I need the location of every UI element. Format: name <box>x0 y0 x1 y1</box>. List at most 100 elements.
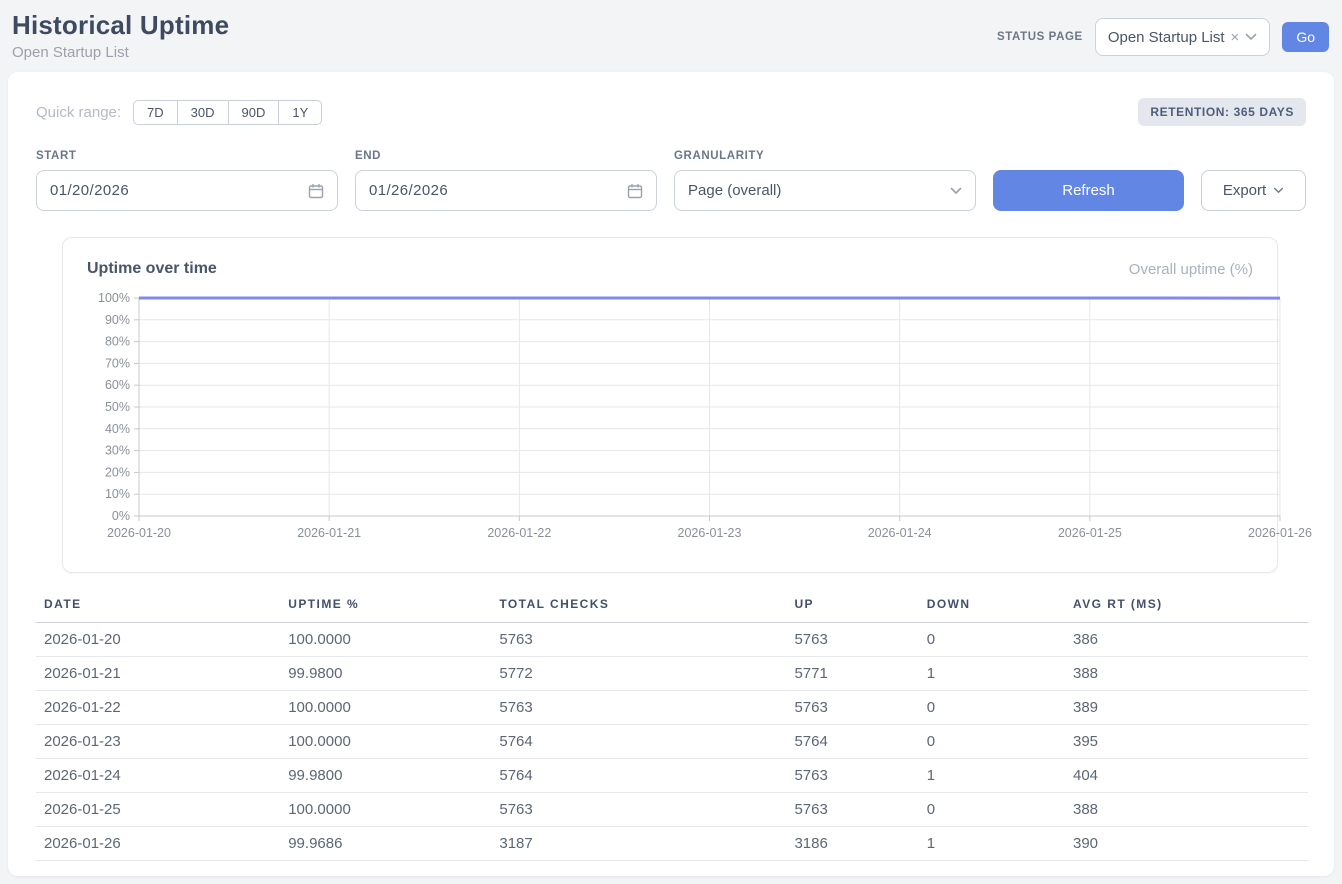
table-row: 2026-01-22100.0000576357630389 <box>36 691 1308 725</box>
granularity-value: Page (overall) <box>688 182 781 199</box>
svg-text:70%: 70% <box>105 356 130 370</box>
status-page-select[interactable]: Open Startup List × <box>1095 18 1271 56</box>
table-cell: 5772 <box>491 657 786 691</box>
table-cell: 100.0000 <box>280 691 491 725</box>
table-cell: 2026-01-23 <box>36 725 280 759</box>
table-cell: 388 <box>1065 793 1308 827</box>
table-cell: 5763 <box>491 691 786 725</box>
svg-text:30%: 30% <box>105 444 130 458</box>
table-cell: 1 <box>919 827 1065 861</box>
refresh-button[interactable]: Refresh <box>993 170 1184 211</box>
svg-text:100%: 100% <box>98 291 130 305</box>
table-cell: 2026-01-26 <box>36 827 280 861</box>
start-date-value: 01/20/2026 <box>50 182 129 199</box>
chevron-down-icon <box>1273 187 1284 194</box>
calendar-icon[interactable] <box>627 183 643 199</box>
quick-range-7d[interactable]: 7D <box>133 100 177 125</box>
svg-text:50%: 50% <box>105 400 130 414</box>
svg-text:80%: 80% <box>105 335 130 349</box>
chevron-down-icon <box>950 187 962 195</box>
table-cell: 5763 <box>786 623 918 657</box>
uptime-line-chart: 0%10%20%30%40%50%60%70%80%90%100%2026-01… <box>87 288 1311 546</box>
chart-title: Uptime over time <box>87 260 217 278</box>
table-cell: 0 <box>919 793 1065 827</box>
table-cell: 5763 <box>786 759 918 793</box>
quick-range-row: Quick range: 7D30D90D1Y RETENTION: 365 D… <box>36 98 1306 126</box>
column-header: DATE <box>36 587 280 623</box>
table-cell: 5764 <box>786 725 918 759</box>
page-title: Historical Uptime <box>12 10 229 41</box>
granularity-label: GRANULARITY <box>674 150 976 162</box>
quick-range-90d[interactable]: 90D <box>228 100 279 125</box>
svg-text:0%: 0% <box>112 509 130 523</box>
svg-text:2026-01-20: 2026-01-20 <box>107 526 171 540</box>
table-cell: 5763 <box>491 623 786 657</box>
table-cell: 100.0000 <box>280 623 491 657</box>
page-subtitle: Open Startup List <box>12 44 229 61</box>
quick-range-1y[interactable]: 1Y <box>278 100 322 125</box>
start-date-label: START <box>36 150 338 162</box>
table-cell: 2026-01-22 <box>36 691 280 725</box>
table-row: 2026-01-2499.9800576457631404 <box>36 759 1308 793</box>
table-cell: 100.0000 <box>280 793 491 827</box>
table-cell: 0 <box>919 725 1065 759</box>
table-cell: 3186 <box>786 827 918 861</box>
chevron-down-icon <box>1245 33 1257 41</box>
status-page-label: STATUS PAGE <box>997 31 1083 43</box>
go-button[interactable]: Go <box>1282 22 1329 52</box>
uptime-chart-card: Uptime over time Overall uptime (%) 0%10… <box>62 237 1278 573</box>
export-button[interactable]: Export <box>1201 170 1306 211</box>
table-cell: 99.9800 <box>280 759 491 793</box>
start-date-field-group: START 01/20/2026 <box>36 150 338 211</box>
end-date-label: END <box>355 150 657 162</box>
end-date-input[interactable]: 01/26/2026 <box>355 170 657 211</box>
export-button-label: Export <box>1223 182 1266 199</box>
calendar-icon[interactable] <box>308 183 324 199</box>
quick-range-group: 7D30D90D1Y <box>133 100 322 125</box>
granularity-select[interactable]: Page (overall) <box>674 170 976 211</box>
clear-icon[interactable]: × <box>1231 29 1240 46</box>
svg-text:2026-01-23: 2026-01-23 <box>678 526 742 540</box>
page-header: Historical Uptime Open Startup List STAT… <box>0 0 1342 72</box>
granularity-field-group: GRANULARITY Page (overall) <box>674 150 976 211</box>
table-row: 2026-01-23100.0000576457640395 <box>36 725 1308 759</box>
column-header: TOTAL CHECKS <box>491 587 786 623</box>
table-cell: 0 <box>919 691 1065 725</box>
table-cell: 2026-01-20 <box>36 623 280 657</box>
table-row: 2026-01-2699.9686318731861390 <box>36 827 1308 861</box>
chart-plot-area: 0%10%20%30%40%50%60%70%80%90%100%2026-01… <box>63 288 1277 546</box>
table-cell: 5763 <box>491 793 786 827</box>
table-cell: 5771 <box>786 657 918 691</box>
svg-text:20%: 20% <box>105 465 130 479</box>
page-heading: Historical Uptime Open Startup List <box>12 10 229 61</box>
table-header: DATEUPTIME %TOTAL CHECKSUPDOWNAVG RT (MS… <box>36 587 1308 623</box>
table-cell: 100.0000 <box>280 725 491 759</box>
svg-text:2026-01-22: 2026-01-22 <box>487 526 551 540</box>
end-date-field-group: END 01/26/2026 <box>355 150 657 211</box>
table-cell: 5763 <box>786 793 918 827</box>
svg-text:2026-01-26: 2026-01-26 <box>1248 526 1312 540</box>
table-cell: 386 <box>1065 623 1308 657</box>
table-cell: 3187 <box>491 827 786 861</box>
table-cell: 2026-01-25 <box>36 793 280 827</box>
status-page-select-value: Open Startup List <box>1108 29 1225 46</box>
table-cell: 5763 <box>786 691 918 725</box>
main-panel: Quick range: 7D30D90D1Y RETENTION: 365 D… <box>8 72 1334 876</box>
table-cell: 99.9686 <box>280 827 491 861</box>
table-cell: 395 <box>1065 725 1308 759</box>
table-row: 2026-01-20100.0000576357630386 <box>36 623 1308 657</box>
quick-range-label: Quick range: <box>36 104 121 121</box>
quick-range-30d[interactable]: 30D <box>177 100 228 125</box>
svg-text:2026-01-21: 2026-01-21 <box>297 526 361 540</box>
column-header: DOWN <box>919 587 1065 623</box>
table-cell: 5764 <box>491 759 786 793</box>
column-header: UP <box>786 587 918 623</box>
header-controls: STATUS PAGE Open Startup List × Go <box>997 18 1329 56</box>
table-cell: 389 <box>1065 691 1308 725</box>
table-cell: 1 <box>919 657 1065 691</box>
filter-fields-row: START 01/20/2026 END 01/26/2026 <box>36 150 1306 211</box>
table-row: 2026-01-2199.9800577257711388 <box>36 657 1308 691</box>
start-date-input[interactable]: 01/20/2026 <box>36 170 338 211</box>
table-row: 2026-01-25100.0000576357630388 <box>36 793 1308 827</box>
svg-text:90%: 90% <box>105 313 130 327</box>
